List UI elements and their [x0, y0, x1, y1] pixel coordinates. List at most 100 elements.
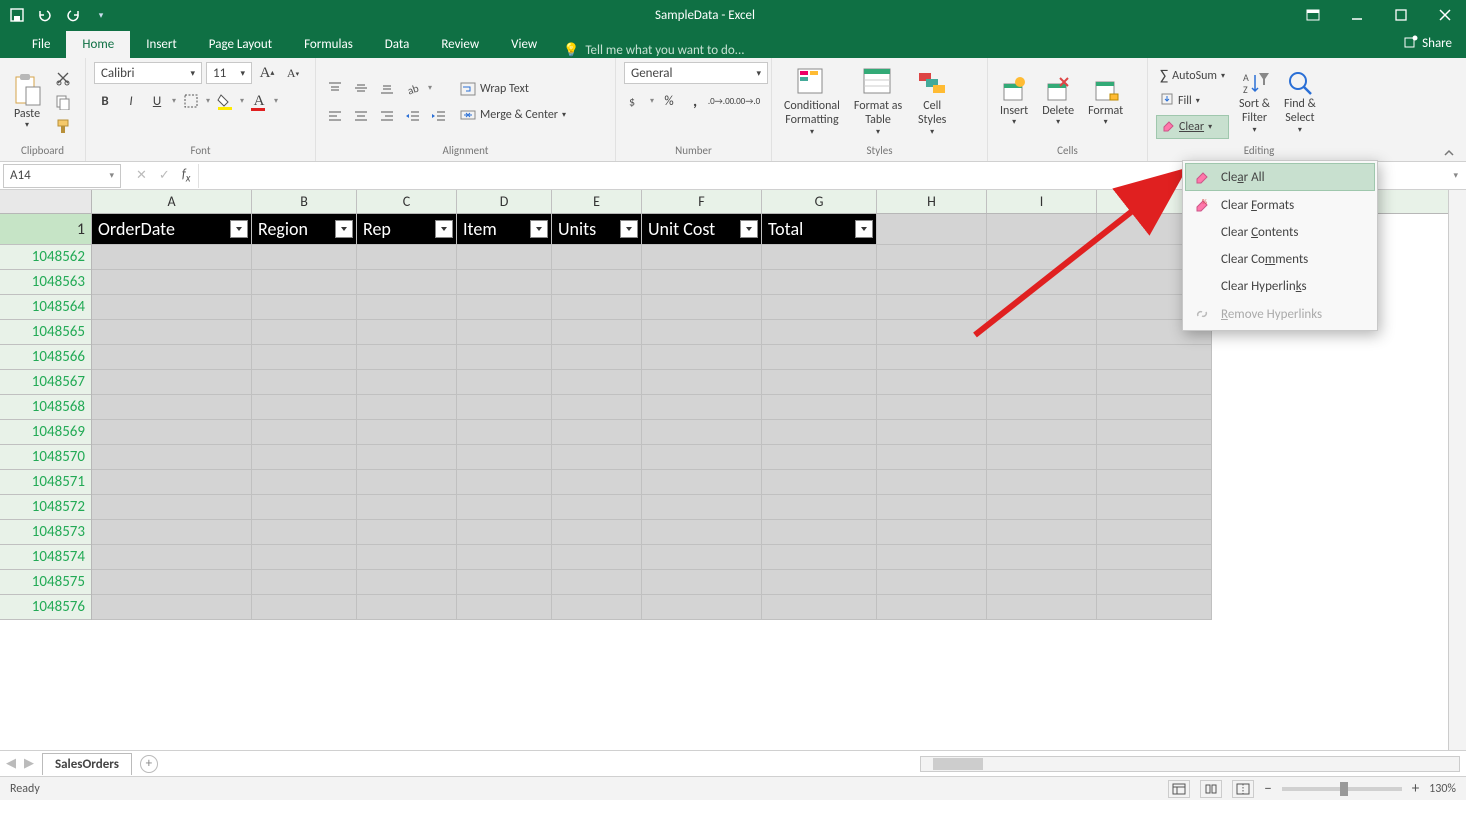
cell[interactable] — [987, 445, 1097, 470]
cell[interactable] — [252, 545, 357, 570]
column-header-G[interactable]: G — [762, 190, 877, 213]
cell[interactable] — [987, 270, 1097, 295]
cell[interactable] — [762, 420, 877, 445]
cell[interactable] — [357, 420, 457, 445]
cell[interactable] — [92, 270, 252, 295]
zoom-slider[interactable] — [1282, 787, 1402, 791]
column-header-F[interactable]: F — [642, 190, 762, 213]
cell[interactable] — [987, 470, 1097, 495]
row-header[interactable]: 1048568 — [0, 395, 91, 420]
align-bottom-button[interactable] — [376, 77, 398, 99]
cell[interactable] — [357, 445, 457, 470]
page-break-view-button[interactable] — [1232, 780, 1254, 798]
increase-font-button[interactable]: A▴ — [256, 62, 278, 84]
cell[interactable] — [357, 370, 457, 395]
cell[interactable] — [877, 395, 987, 420]
cell[interactable] — [1097, 395, 1212, 420]
cell[interactable] — [642, 395, 762, 420]
cell[interactable] — [877, 320, 987, 345]
cell[interactable] — [457, 345, 552, 370]
cell[interactable] — [987, 545, 1097, 570]
cell[interactable] — [92, 445, 252, 470]
cell[interactable] — [552, 595, 642, 620]
clear-formats-item[interactable]: % Clear Formats — [1185, 191, 1375, 219]
row-header[interactable]: 1048562 — [0, 245, 91, 270]
row-header[interactable]: 1048564 — [0, 295, 91, 320]
cell[interactable] — [552, 570, 642, 595]
clear-button[interactable]: Clear ▾ — [1156, 115, 1229, 139]
row-header[interactable]: 1048575 — [0, 570, 91, 595]
cell[interactable] — [877, 495, 987, 520]
table-header-cell[interactable]: Item — [457, 214, 552, 245]
save-button[interactable] — [8, 6, 26, 24]
cell[interactable] — [987, 595, 1097, 620]
zoom-out-button[interactable]: − — [1264, 780, 1271, 798]
row-header[interactable]: 1048572 — [0, 495, 91, 520]
cell[interactable] — [92, 245, 252, 270]
filter-button[interactable] — [230, 220, 248, 238]
font-size-combo[interactable]: 11▾ — [206, 62, 252, 84]
cell[interactable] — [552, 445, 642, 470]
cell[interactable] — [762, 545, 877, 570]
page-layout-view-button[interactable] — [1200, 780, 1222, 798]
cell[interactable] — [252, 495, 357, 520]
minimize-button[interactable] — [1344, 9, 1370, 21]
sort-filter-button[interactable]: AZSort & Filter▾ — [1235, 67, 1274, 137]
format-cells-button[interactable]: Format▾ — [1084, 74, 1127, 130]
table-header-cell[interactable]: OrderDate — [92, 214, 252, 245]
filter-button[interactable] — [855, 220, 873, 238]
cell[interactable] — [457, 245, 552, 270]
tab-insert[interactable]: Insert — [130, 31, 193, 58]
cell[interactable] — [357, 320, 457, 345]
number-format-combo[interactable]: General▾ — [624, 62, 768, 84]
cell[interactable] — [357, 570, 457, 595]
cell[interactable] — [552, 545, 642, 570]
sheet-nav-prev[interactable]: ◀ — [6, 756, 16, 771]
cell[interactable] — [457, 370, 552, 395]
cell[interactable] — [877, 214, 987, 245]
cell[interactable] — [762, 445, 877, 470]
borders-button[interactable] — [180, 90, 202, 112]
cell[interactable] — [552, 245, 642, 270]
align-left-button[interactable] — [324, 105, 346, 127]
tab-file[interactable]: File — [16, 31, 66, 58]
cell[interactable] — [642, 470, 762, 495]
cell[interactable] — [642, 245, 762, 270]
cell[interactable] — [457, 395, 552, 420]
cell[interactable] — [987, 245, 1097, 270]
fx-icon[interactable]: fx — [182, 167, 191, 185]
cell[interactable] — [552, 470, 642, 495]
cell[interactable] — [642, 320, 762, 345]
cell[interactable] — [92, 370, 252, 395]
cell[interactable] — [252, 370, 357, 395]
redo-button[interactable] — [64, 6, 82, 24]
cell[interactable] — [1097, 470, 1212, 495]
cell[interactable] — [987, 520, 1097, 545]
tell-me[interactable]: 💡 Tell me what you want to do... — [553, 43, 744, 58]
cell[interactable] — [877, 470, 987, 495]
align-middle-button[interactable] — [350, 77, 372, 99]
cell[interactable] — [552, 270, 642, 295]
cell[interactable] — [92, 545, 252, 570]
cell[interactable] — [92, 295, 252, 320]
cell[interactable] — [877, 420, 987, 445]
cell[interactable] — [457, 595, 552, 620]
table-header-cell[interactable]: Unit Cost — [642, 214, 762, 245]
vertical-scrollbar[interactable] — [1448, 190, 1466, 750]
tab-page-layout[interactable]: Page Layout — [193, 31, 288, 58]
sheet-tab-salesorders[interactable]: SalesOrders — [42, 753, 132, 775]
cell[interactable] — [552, 295, 642, 320]
row-header[interactable]: 1048567 — [0, 370, 91, 395]
cell[interactable] — [1097, 545, 1212, 570]
cell[interactable] — [357, 295, 457, 320]
row-header[interactable]: 1048574 — [0, 545, 91, 570]
cell[interactable] — [252, 320, 357, 345]
cell[interactable] — [357, 245, 457, 270]
zoom-in-button[interactable]: + — [1412, 780, 1419, 798]
cell[interactable] — [457, 495, 552, 520]
cell[interactable] — [1097, 445, 1212, 470]
ribbon-display-icon[interactable] — [1300, 9, 1326, 21]
cell[interactable] — [552, 320, 642, 345]
align-top-button[interactable] — [324, 77, 346, 99]
maximize-button[interactable] — [1388, 9, 1414, 21]
